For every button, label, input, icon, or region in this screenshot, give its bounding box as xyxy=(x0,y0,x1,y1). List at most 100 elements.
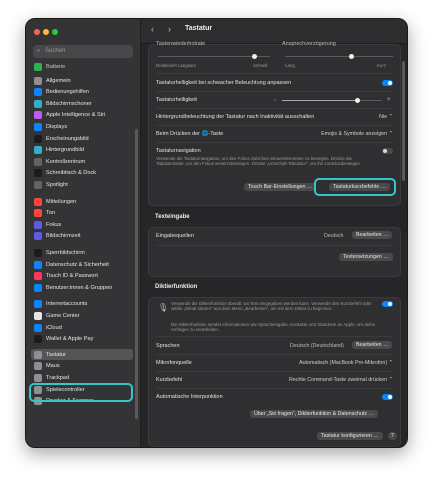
sidebar-item-internet-accounts[interactable]: Internetaccounts xyxy=(31,299,133,310)
sidebar-item-notifications[interactable]: Mitteilungen xyxy=(31,196,133,207)
text-replacements-button[interactable]: Textersetzungen … xyxy=(339,253,393,261)
sidebar-item-gear[interactable]: Allgemein xyxy=(31,75,133,86)
low-light-label: Tastaturhelligkeit bei schwacher Beleuch… xyxy=(156,80,292,86)
repeat-delay-slider[interactable] xyxy=(285,56,393,57)
sidebar-item-label: Sperrbildschirm xyxy=(46,249,85,256)
sidebar-item-trackpad[interactable]: Trackpad xyxy=(31,372,133,383)
globe-key-label: Beim Drücken der 🌐-Taste xyxy=(156,131,224,137)
sidebar-item-dock[interactable]: Schreibtisch & Dock xyxy=(31,168,133,179)
sidebar-item-screentime[interactable]: Bildschirmzeit xyxy=(31,231,133,242)
icloud-icon xyxy=(34,323,42,332)
gear-icon xyxy=(34,76,42,85)
sidebar-item-partial[interactable]: Batterie xyxy=(31,61,133,72)
auto-punctuation-toggle[interactable] xyxy=(382,394,393,400)
sidebar-item-label: Bildschirmschoner xyxy=(46,100,92,107)
sidebar-item-mouse[interactable]: Maus xyxy=(31,361,133,372)
screensaver-icon xyxy=(34,99,42,108)
globe-key-select[interactable]: Emojis & Symbole anzeigen ⌃ xyxy=(321,131,393,137)
sidebar-item-wallet[interactable]: Wallet & Apple Pay xyxy=(31,334,133,345)
minimize-window-button[interactable] xyxy=(43,29,49,35)
sidebar-item-label: Ton xyxy=(46,210,56,217)
mic-source-select[interactable]: Automatisch (MacBook Pro-Mikrofon) ⌃ xyxy=(299,360,393,366)
brightness-label: Tastaturhelligkeit xyxy=(156,97,197,103)
sidebar-item-label: Allgemein xyxy=(46,77,71,84)
divider xyxy=(156,142,393,143)
shortcut-select[interactable]: Rechte Command-Taste zweimal drücken ⌃ xyxy=(289,377,393,383)
sidebar-item-accessibility[interactable]: Bedienungshilfen xyxy=(31,87,133,98)
close-window-button[interactable] xyxy=(34,29,40,35)
brightness-high-icon: ☀ xyxy=(386,97,392,103)
divider xyxy=(156,388,393,389)
about-dictation-button[interactable]: Über „Siri fragen“, Diktierfunktion & Da… xyxy=(250,410,378,418)
divider xyxy=(156,245,393,246)
globe-key-row: Beim Drücken der 🌐-Taste Emojis & Symbol… xyxy=(156,131,393,137)
shortcuts-highlight xyxy=(314,178,396,196)
notifications-icon xyxy=(34,197,42,206)
touchbar-settings-button[interactable]: Touch Bar-Einstellungen … xyxy=(244,183,317,191)
sidebar-item-icloud[interactable]: iCloud xyxy=(31,322,133,333)
sidebar-item-sound[interactable]: Ton xyxy=(31,208,133,219)
backlight-off-row: Hintergrundbeleuchtung der Tastatur nach… xyxy=(156,114,393,120)
mouse-icon xyxy=(34,362,42,371)
appearance-icon xyxy=(34,134,42,143)
sidebar-item-lockscreen[interactable]: Sperrbildschirm xyxy=(31,247,133,258)
settings-window: ⌕ Suchen Batterie Allgemein Bedienungshil… xyxy=(25,18,408,448)
internet-accounts-icon xyxy=(34,300,42,309)
sidebar-item-users[interactable]: Benutzer:innen & Gruppen xyxy=(31,282,133,293)
sidebar-item-siri[interactable]: Apple Intelligence & Siri xyxy=(31,110,133,121)
forward-icon[interactable]: › xyxy=(168,24,171,34)
sidebar-item-label: Datenschutz & Sicherheit xyxy=(46,261,109,268)
divider xyxy=(156,91,393,92)
text-input-heading: Texteingabe xyxy=(155,214,190,220)
sidebar-item-keyboard[interactable]: Tastatur xyxy=(31,349,133,361)
screentime-icon xyxy=(34,232,42,241)
brightness-knob[interactable] xyxy=(354,98,360,103)
back-icon[interactable]: ‹ xyxy=(151,24,154,34)
repeat-delay-knob[interactable] xyxy=(349,54,354,59)
microphone-icon: 🎙 xyxy=(158,303,169,312)
keyboard-setup-button[interactable]: Tastatur konfigurieren … xyxy=(317,432,383,440)
sidebar-item-label: Apple Intelligence & Siri xyxy=(46,112,106,119)
main-scrollbar[interactable] xyxy=(402,61,405,181)
text-input-card: Eingabequellen Deutsch Bearbeiten … Text… xyxy=(148,227,401,277)
dictation-privacy-note: Die Diktierfunktion sendet Informationen… xyxy=(171,322,376,333)
sidebar-item-control-center[interactable]: Kontrollzentrum xyxy=(31,156,133,167)
sidebar-item-focus[interactable]: Fokus xyxy=(31,219,133,230)
keyboard-icon xyxy=(34,350,42,359)
sidebar-item-appearance[interactable]: Erscheinungsbild xyxy=(31,133,133,144)
sidebar-item-displays[interactable]: Displays xyxy=(31,121,133,132)
zoom-window-button[interactable] xyxy=(52,29,58,35)
repeat-rate-knob[interactable] xyxy=(252,54,257,59)
backlight-off-select[interactable]: Nie ⌃ xyxy=(379,114,393,120)
sidebar-item-label: Mitteilungen xyxy=(46,198,77,205)
sidebar-item-label: Displays xyxy=(46,123,68,130)
sidebar-item-spotlight[interactable]: Spotlight xyxy=(31,179,133,190)
sidebar-item-label: Internetaccounts xyxy=(46,301,88,308)
keyboard-nav-toggle[interactable] xyxy=(382,148,393,154)
sidebar-item-gamecenter[interactable]: Game Center xyxy=(31,310,133,321)
selection-highlight xyxy=(29,383,133,402)
accessibility-icon xyxy=(34,88,42,97)
input-sources-edit-button[interactable]: Bearbeiten … xyxy=(352,231,393,239)
brightness-fill xyxy=(282,100,357,101)
sidebar-item-screensaver[interactable]: Bildschirmschoner xyxy=(31,98,133,109)
sidebar-item-label: Maus xyxy=(46,363,60,370)
sidebar-item-label: Schreibtisch & Dock xyxy=(46,170,97,177)
mic-source-label: Mikrofonquelle xyxy=(156,360,192,366)
keyboard-nav-label: Tastaturnavigation xyxy=(156,148,201,154)
sidebar-item-label: Tastatur xyxy=(46,351,66,358)
sidebar-item-label: Hintergrundbild xyxy=(46,147,84,154)
sidebar-item-wallpaper[interactable]: Hintergrundbild xyxy=(31,145,133,156)
dictation-toggle[interactable] xyxy=(382,301,393,307)
backlight-off-label: Hintergrundbeleuchtung der Tastatur nach… xyxy=(156,114,315,120)
languages-edit-button[interactable]: Bearbeiten … xyxy=(352,341,393,349)
search-input[interactable]: ⌕ Suchen xyxy=(33,45,133,58)
low-light-toggle[interactable] xyxy=(382,80,393,86)
shortcut-row: Kurzbefehl Rechte Command-Taste zweimal … xyxy=(156,377,393,383)
divider xyxy=(156,371,393,372)
help-button[interactable]: ? xyxy=(388,432,397,440)
sidebar-item-privacy[interactable]: Datenschutz & Sicherheit xyxy=(31,259,133,270)
touchid-icon xyxy=(34,272,42,281)
sidebar-item-touchid[interactable]: Touch ID & Passwort xyxy=(31,271,133,282)
sidebar-scrollbar[interactable] xyxy=(135,129,138,419)
